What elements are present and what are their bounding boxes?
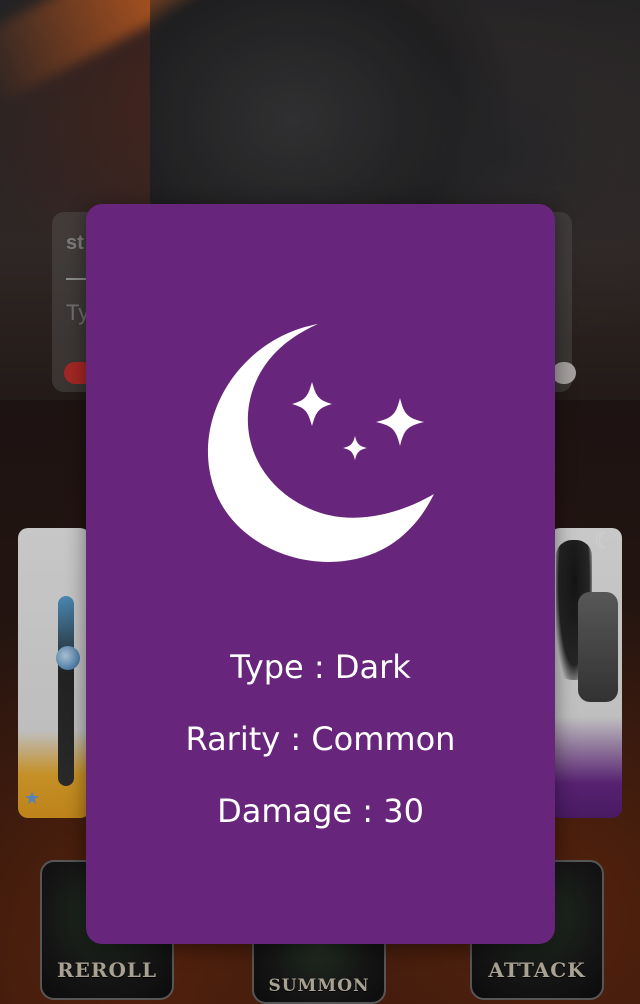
card-type-text: Type : Dark	[230, 648, 411, 686]
small-sparkle-shape	[343, 436, 367, 460]
card-rarity-text: Rarity : Common	[185, 720, 456, 758]
card-damage-text: Damage : 30	[217, 792, 424, 830]
right-sparkle-shape	[376, 398, 424, 446]
large-sparkle-shape	[292, 382, 332, 426]
moon-stars-icon	[207, 324, 434, 562]
